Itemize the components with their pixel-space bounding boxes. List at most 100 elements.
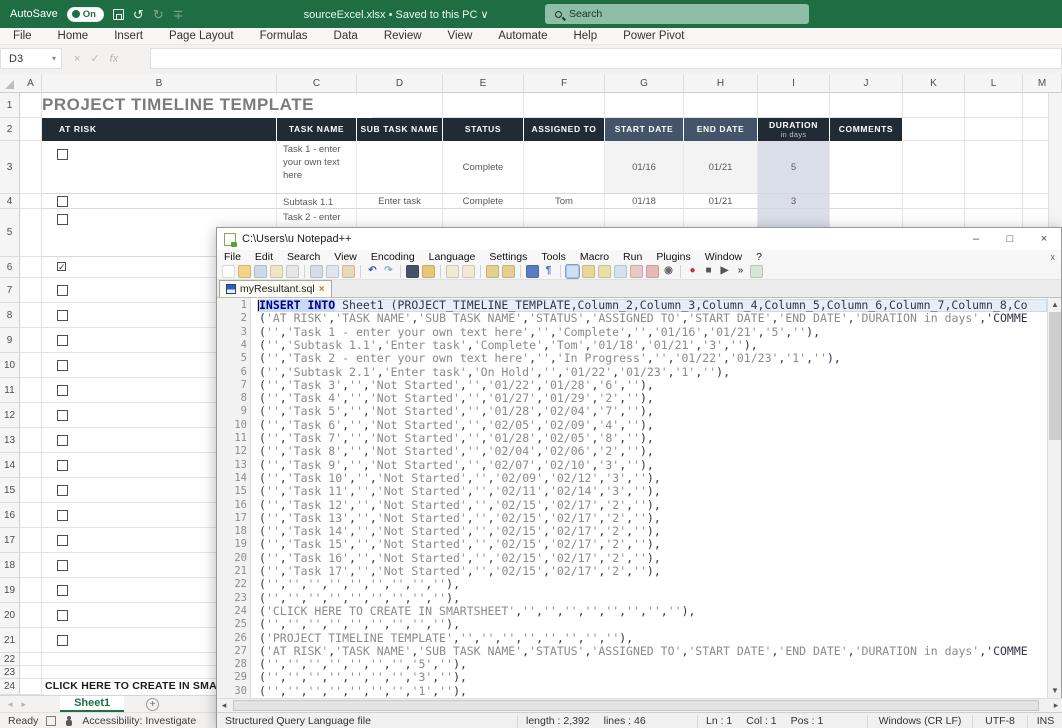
row-header-7[interactable]: 7: [0, 278, 20, 303]
checkbox-row-10[interactable]: [57, 360, 68, 371]
ribbon-tab-formulas[interactable]: Formulas: [247, 30, 321, 42]
cell-J3[interactable]: [830, 141, 903, 194]
folder-workspace-icon[interactable]: [630, 265, 643, 278]
row-header-22[interactable]: 22: [0, 653, 20, 666]
insert-function-icon[interactable]: fx: [110, 53, 119, 65]
name-box[interactable]: D3 ▾: [0, 48, 62, 69]
undo-icon[interactable]: ↶: [366, 265, 379, 278]
row-header-6[interactable]: 6: [0, 257, 20, 278]
scroll-down-icon[interactable]: ▼: [1048, 684, 1062, 698]
word-wrap-icon[interactable]: [526, 265, 539, 278]
code-line-17[interactable]: 17('','Task 13','','Not Started','','02/…: [217, 512, 1049, 525]
maximize-button[interactable]: □: [993, 228, 1027, 250]
code-line-11[interactable]: 11('','Task 7','','Not Started','','01/2…: [217, 432, 1049, 445]
accessibility-status[interactable]: Accessibility: Investigate: [82, 715, 196, 727]
column-header-f[interactable]: F: [524, 74, 605, 93]
redo-icon[interactable]: ↻: [153, 8, 164, 21]
row-header-15[interactable]: 15: [0, 478, 20, 503]
formula-input[interactable]: [150, 48, 1062, 69]
column-header-l[interactable]: L: [965, 74, 1023, 93]
ribbon-tab-home[interactable]: Home: [45, 30, 102, 42]
scroll-up-icon[interactable]: ▲: [1048, 298, 1062, 312]
code-line-14[interactable]: 14('','Task 10','','Not Started','','02/…: [217, 472, 1049, 485]
sync-horizontal-icon[interactable]: [502, 265, 515, 278]
code-line-20[interactable]: 20('','Task 16','','Not Started','','02/…: [217, 552, 1049, 565]
find-icon[interactable]: [406, 265, 419, 278]
tab-myresultant-sql[interactable]: myResultant.sql ×: [219, 280, 332, 297]
ribbon-tab-view[interactable]: View: [435, 30, 486, 42]
doc-list-icon[interactable]: [614, 265, 627, 278]
autosave-toggle[interactable]: On: [67, 7, 104, 22]
cell-D4[interactable]: Enter task: [357, 194, 443, 209]
checkbox-row-18[interactable]: [57, 560, 68, 571]
cut-icon[interactable]: [310, 265, 323, 278]
code-line-27[interactable]: 27('AT RISK','TASK NAME','SUB TASK NAME'…: [217, 645, 1049, 658]
code-line-3[interactable]: 3('','Task 1 - enter your own text here'…: [217, 326, 1049, 339]
row-header-11[interactable]: 11: [0, 378, 20, 403]
checkbox-row-17[interactable]: [57, 535, 68, 546]
sheet-tab-sheet1[interactable]: Sheet1: [60, 696, 124, 712]
menu-window[interactable]: Window: [698, 251, 749, 263]
row-header-24[interactable]: 24: [0, 679, 20, 695]
checkbox-row-6-checked[interactable]: ✓: [57, 262, 66, 271]
column-header-c[interactable]: C: [277, 74, 357, 93]
code-line-12[interactable]: 12('','Task 8','','Not Started','','02/0…: [217, 445, 1049, 458]
code-line-1[interactable]: 1INSERT INTO Sheet1 (PROJECT_TIMELINE_TE…: [217, 299, 1049, 312]
save-icon[interactable]: [113, 9, 124, 20]
code-line-25[interactable]: 25('','','','','','','','',''),: [217, 618, 1049, 631]
column-header-g[interactable]: G: [605, 74, 684, 93]
cell-B4[interactable]: [42, 194, 277, 209]
document-title[interactable]: sourceExcel.xlsx • Saved to this PC ∨: [304, 8, 489, 21]
cell-C3[interactable]: Task 1 - enter your own text here: [277, 141, 357, 194]
menu-tools[interactable]: Tools: [534, 251, 573, 263]
menu-edit[interactable]: Edit: [248, 251, 280, 263]
menu-language[interactable]: Language: [422, 251, 483, 263]
scroll-left-icon[interactable]: ◂: [217, 699, 231, 713]
paste-icon[interactable]: [342, 265, 355, 278]
row-header-3[interactable]: 3: [0, 141, 20, 194]
checkbox-row-14[interactable]: [57, 460, 68, 471]
redo-icon[interactable]: ↷: [382, 265, 395, 278]
stop-macro-icon[interactable]: ■: [702, 265, 715, 278]
editor-vertical-scrollbar[interactable]: ▲ ▼: [1047, 298, 1061, 698]
checkbox-row-12[interactable]: [57, 410, 68, 421]
cell-G4[interactable]: 01/18: [605, 194, 684, 209]
row-header-1[interactable]: 1: [0, 93, 20, 118]
editor-horizontal-scrollbar[interactable]: ◂ ▸: [217, 698, 1062, 712]
cell-D3[interactable]: [357, 141, 443, 194]
cell-I4[interactable]: 3: [758, 194, 830, 209]
code-line-21[interactable]: 21('','Task 17','','Not Started','','02/…: [217, 565, 1049, 578]
code-line-8[interactable]: 8('','Task 4','','Not Started','','01/27…: [217, 392, 1049, 405]
vertical-scroll-thumb[interactable]: [1049, 312, 1061, 440]
cell-B3[interactable]: [42, 141, 277, 194]
open-folder-icon[interactable]: [238, 265, 251, 278]
checkbox-row-11[interactable]: [57, 385, 68, 396]
sheet-nav-prev-icon[interactable]: ◂: [8, 699, 13, 710]
sheet-nav-next-icon[interactable]: ▸: [22, 699, 27, 710]
checkbox-row-13[interactable]: [57, 435, 68, 446]
row-header-21[interactable]: 21: [0, 628, 20, 653]
code-line-6[interactable]: 6('','Subtask 2.1','Enter task','On Hold…: [217, 366, 1049, 379]
row-header-23[interactable]: 23: [0, 666, 20, 679]
menu-macro[interactable]: Macro: [573, 251, 616, 263]
ribbon-tab-page-layout[interactable]: Page Layout: [156, 30, 247, 42]
code-line-13[interactable]: 13('','Task 9','','Not Started','','02/0…: [217, 459, 1049, 472]
menubar-close-icon[interactable]: x: [1051, 252, 1056, 262]
cell-H4[interactable]: 01/21: [684, 194, 758, 209]
checkbox-row-19[interactable]: [57, 585, 68, 596]
new-file-icon[interactable]: [222, 265, 235, 278]
row-header-16[interactable]: 16: [0, 503, 20, 528]
code-line-10[interactable]: 10('','Task 6','','Not Started','','02/0…: [217, 419, 1049, 432]
excel-vertical-scrollbar[interactable]: [1048, 93, 1062, 227]
code-editor[interactable]: 1INSERT INTO Sheet1 (PROJECT_TIMELINE_TE…: [217, 298, 1049, 698]
file-browser-icon[interactable]: [646, 265, 659, 278]
code-line-5[interactable]: 5('','Task 2 - enter your own text here'…: [217, 352, 1049, 365]
ribbon-tab-power-pivot[interactable]: Power Pivot: [610, 30, 697, 42]
menu-settings[interactable]: Settings: [482, 251, 534, 263]
code-line-7[interactable]: 7('','Task 3','','Not Started','','01/22…: [217, 379, 1049, 392]
cell-F4[interactable]: Tom: [524, 194, 605, 209]
save-icon[interactable]: [254, 265, 267, 278]
doc-map-icon[interactable]: [598, 265, 611, 278]
code-line-22[interactable]: 22('','','','','','','','',''),: [217, 578, 1049, 591]
name-box-dropdown-icon[interactable]: ▾: [52, 54, 56, 63]
